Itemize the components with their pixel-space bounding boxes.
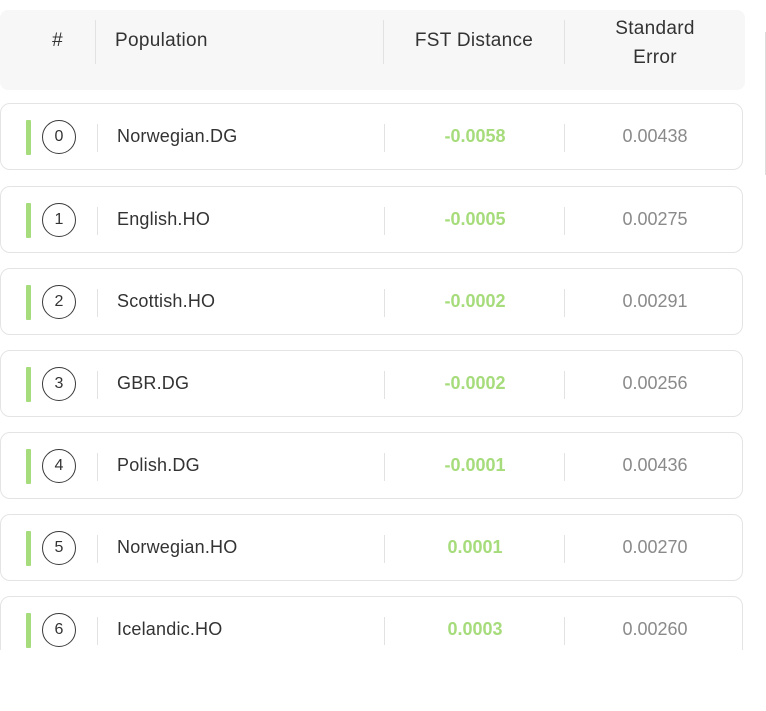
- standard-error-value: 0.00291: [622, 291, 688, 311]
- row-accent-bar: [26, 613, 31, 648]
- standard-error-value: 0.00438: [622, 126, 688, 146]
- standard-error-value: 0.00256: [622, 373, 688, 393]
- column-divider: [97, 371, 98, 399]
- table-row[interactable]: 3 GBR.DG -0.0002 0.00256: [0, 350, 743, 417]
- table-row[interactable]: 5 Norwegian.HO 0.0001 0.00270: [0, 514, 743, 581]
- fst-distance-value: -0.0005: [444, 209, 506, 229]
- column-header-rank[interactable]: #: [0, 10, 95, 72]
- column-divider: [564, 289, 565, 317]
- population-name: English.HO: [117, 209, 211, 229]
- fst-distance-value: -0.0001: [444, 455, 506, 475]
- column-divider: [564, 617, 565, 645]
- table-row[interactable]: 4 Polish.DG -0.0001 0.00436: [0, 432, 743, 499]
- population-name: Polish.DG: [117, 455, 200, 475]
- column-header-population[interactable]: Population: [96, 10, 384, 72]
- column-divider: [564, 535, 565, 563]
- standard-error-value: 0.00260: [622, 619, 688, 639]
- standard-error-value: 0.00436: [622, 455, 688, 475]
- row-accent-bar: [26, 203, 31, 238]
- column-divider: [564, 207, 565, 235]
- row-accent-bar: [26, 285, 31, 320]
- population-name: Scottish.HO: [117, 291, 216, 311]
- table-row[interactable]: 1 English.HO -0.0005 0.00275: [0, 186, 743, 253]
- rank-badge: 3: [42, 367, 76, 401]
- row-accent-bar: [26, 449, 31, 484]
- fst-distance-value: 0.0003: [447, 619, 503, 639]
- rank-badge: 5: [42, 531, 76, 565]
- column-divider: [97, 124, 98, 152]
- column-divider: [564, 453, 565, 481]
- column-divider: [97, 289, 98, 317]
- population-name: Icelandic.HO: [117, 619, 223, 639]
- fst-distance-value: -0.0002: [444, 373, 506, 393]
- column-header-se-line2: Error: [633, 47, 677, 68]
- rank-badge: 4: [42, 449, 76, 483]
- row-accent-bar: [26, 120, 31, 155]
- rank-badge: 2: [42, 285, 76, 319]
- fst-distance-value: -0.0002: [444, 291, 506, 311]
- column-divider: [97, 617, 98, 645]
- column-divider: [97, 535, 98, 563]
- column-divider: [564, 371, 565, 399]
- column-header-se-line1: Standard: [615, 18, 695, 39]
- column-header-standard-error[interactable]: Standard Error: [565, 11, 745, 75]
- rank-badge: 0: [42, 120, 76, 154]
- standard-error-value: 0.00275: [622, 209, 688, 229]
- population-name: GBR.DG: [117, 373, 190, 393]
- row-accent-bar: [26, 531, 31, 566]
- fst-distance-value: 0.0001: [447, 537, 503, 557]
- table-header: # Population FST Distance Standard Error: [0, 10, 745, 90]
- table-row[interactable]: 2 Scottish.HO -0.0002 0.00291: [0, 268, 743, 335]
- standard-error-value: 0.00270: [622, 537, 688, 557]
- rank-badge: 6: [42, 613, 76, 647]
- rank-badge: 1: [42, 203, 76, 237]
- column-header-fst-distance[interactable]: FST Distance: [384, 10, 564, 72]
- population-name: Norwegian.DG: [117, 126, 238, 146]
- column-divider: [564, 124, 565, 152]
- row-accent-bar: [26, 367, 31, 402]
- column-divider: [97, 207, 98, 235]
- table-row[interactable]: 0 Norwegian.DG -0.0058 0.00438: [0, 103, 743, 170]
- table-row[interactable]: 6 Icelandic.HO 0.0003 0.00260: [0, 596, 743, 650]
- fst-distance-value: -0.0058: [444, 126, 506, 146]
- column-divider: [97, 453, 98, 481]
- fst-results-table: # Population FST Distance Standard Error…: [0, 10, 746, 650]
- population-name: Norwegian.HO: [117, 537, 238, 557]
